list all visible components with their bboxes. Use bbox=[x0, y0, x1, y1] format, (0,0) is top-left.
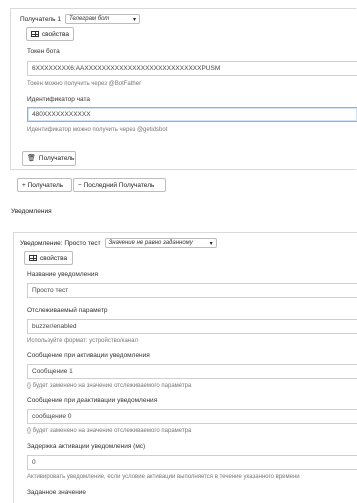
recipient-props-button[interactable]: свойства bbox=[26, 27, 74, 41]
chat-id-label: Идентификатор чата bbox=[27, 96, 91, 103]
tracked-param-input[interactable]: buzzer/enabled bbox=[27, 319, 357, 334]
notification-label: Уведомление: Просто тест bbox=[20, 239, 101, 247]
table-icon bbox=[31, 31, 39, 37]
add-recipient-button[interactable]: + Получатель bbox=[17, 178, 72, 192]
activation-delay-input[interactable]: 0 bbox=[27, 455, 357, 470]
notification-name-label: Название уведомления bbox=[27, 271, 98, 278]
target-value-label: Заданное значение bbox=[27, 489, 87, 496]
notification-condition-select[interactable]: Значение не равно заданному ▾ bbox=[104, 238, 217, 248]
notification-props-button[interactable]: свойства bbox=[24, 251, 73, 265]
notifications-title: Уведомления bbox=[11, 208, 52, 215]
notification-header: Уведомление: Просто тест Значение не рав… bbox=[20, 238, 217, 248]
chat-id-input[interactable]: 480XXXXXXXXXXX bbox=[27, 107, 357, 122]
remove-last-recipient-button[interactable]: − Последний Получатель bbox=[73, 178, 166, 192]
activation-delay-label: Задержка активации уведомления (мс) bbox=[27, 443, 146, 450]
delete-recipient-button[interactable]: 🗑 Получатель bbox=[22, 151, 76, 166]
deactivation-message-label: Сообщение при деактивации уведомления bbox=[27, 397, 158, 404]
caret-down-icon: ▾ bbox=[209, 240, 213, 247]
token-input[interactable]: 6XXXXXXXX6:AAXXXXXXXXXXXXXXXXXXXXXXXXXXX… bbox=[27, 61, 357, 76]
activation-message-label: Сообщение при активации уведомления bbox=[27, 352, 150, 359]
caret-down-icon: ▾ bbox=[132, 16, 136, 23]
recipient-type-select[interactable]: Телеграм бот ▾ bbox=[64, 14, 140, 24]
table-icon bbox=[29, 255, 37, 261]
deactivation-message-help: {} будет заменено на значение отслеживае… bbox=[27, 428, 192, 434]
recipient-type-value: Телеграм бот bbox=[68, 16, 110, 22]
token-value: 6XXXXXXXX6:AAXXXXXXXXXXXXXXXXXXXXXXXXXXX… bbox=[32, 65, 221, 72]
deactivation-message-input[interactable]: сообщение 0 bbox=[27, 409, 357, 424]
activation-message-help: {} будет заменено на значение отслеживае… bbox=[27, 383, 192, 389]
tracked-param-help: Используйте формат: устройство/канал bbox=[27, 338, 138, 344]
notification-name-input[interactable]: Просто тест bbox=[27, 283, 357, 298]
activation-message-input[interactable]: Сообщение 1 bbox=[27, 364, 357, 379]
token-help: Токен можно получить через @BotFather bbox=[27, 81, 142, 87]
chat-id-help: Идентификатор можно получить через @geti… bbox=[27, 127, 168, 133]
tracked-param-label: Отслеживаемый параметр bbox=[27, 307, 108, 314]
chat-id-value: 480XXXXXXXXXXX bbox=[32, 111, 91, 118]
notification-condition-value: Значение не равно заданному bbox=[108, 240, 193, 246]
token-label: Токен бота bbox=[27, 48, 60, 55]
trash-icon: 🗑 bbox=[27, 155, 36, 162]
activation-delay-help: Активировать уведомление, если условие а… bbox=[27, 474, 300, 480]
recipient-label: Получатель 1 bbox=[20, 15, 61, 23]
recipient-header: Получатель 1 Телеграм бот ▾ bbox=[20, 14, 140, 24]
